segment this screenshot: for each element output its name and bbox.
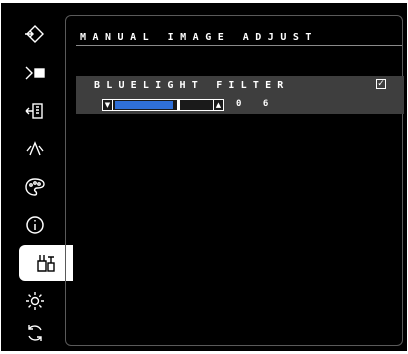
setting-label: BLUELIGHT FILTER bbox=[94, 80, 290, 91]
rail-item-information[interactable] bbox=[9, 207, 61, 243]
bluelight-slider[interactable]: ▼ ▲ bbox=[102, 99, 224, 111]
rail-item-color-palette[interactable] bbox=[9, 169, 61, 205]
checkbox-icon[interactable]: ✓ bbox=[376, 79, 386, 89]
manual-image-adjust-icon bbox=[37, 255, 55, 272]
slider-fill bbox=[115, 101, 173, 109]
rail-item-input[interactable] bbox=[9, 17, 61, 53]
setting-row-bluelight-filter[interactable]: BLUELIGHT FILTER ✓ ▼ ▲ 0 6 bbox=[76, 76, 404, 114]
increase-button[interactable]: ▲ bbox=[213, 100, 223, 110]
rail-item-audio[interactable] bbox=[9, 55, 61, 91]
rail-item-memory-recall[interactable] bbox=[9, 315, 61, 351]
viewmode-icon bbox=[25, 103, 43, 119]
rail-item-setup-menu[interactable] bbox=[9, 283, 61, 319]
setting-value: 0 6 bbox=[236, 99, 277, 109]
rail-item-color-adjust[interactable] bbox=[9, 131, 61, 167]
memory-recall-icon bbox=[28, 325, 42, 341]
title-divider bbox=[76, 45, 402, 46]
color-palette-icon bbox=[25, 178, 45, 196]
color-adjust-icon bbox=[26, 141, 44, 156]
input-select-icon bbox=[25, 25, 44, 43]
slider-thumb[interactable] bbox=[177, 99, 180, 111]
menu-rail bbox=[9, 3, 73, 351]
audio-icon bbox=[25, 66, 45, 80]
osd-window: MANUAL IMAGE ADJUST BLUELIGHT FILTER ✓ ▼… bbox=[1, 3, 407, 351]
panel-title: MANUAL IMAGE ADJUST bbox=[80, 32, 318, 43]
information-icon bbox=[26, 216, 44, 234]
manual-image-adjust-panel: MANUAL IMAGE ADJUST BLUELIGHT FILTER ✓ ▼… bbox=[65, 15, 404, 346]
rail-item-viewmode[interactable] bbox=[9, 93, 61, 129]
setup-menu-icon bbox=[26, 292, 44, 310]
decrease-button[interactable]: ▼ bbox=[103, 100, 113, 110]
